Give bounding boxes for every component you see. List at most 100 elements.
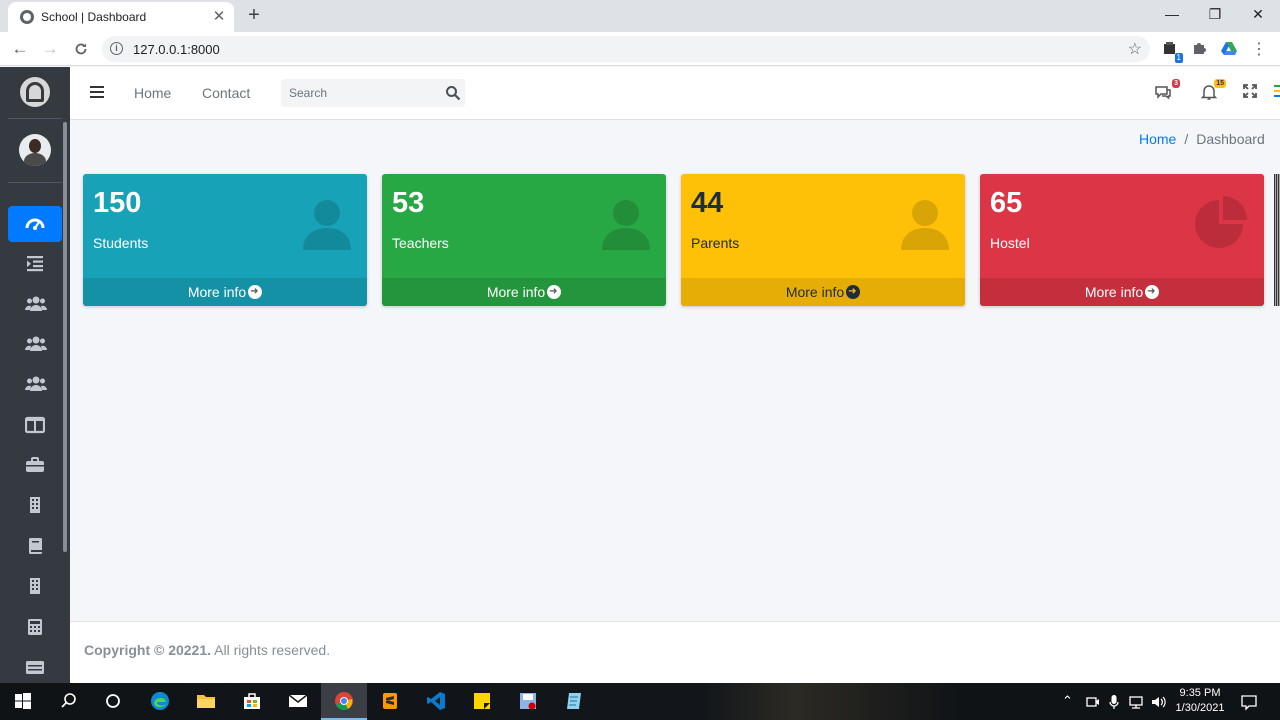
sidebar-item-classes[interactable] — [8, 408, 62, 444]
sublime-icon — [383, 693, 397, 709]
clock-date: 1/30/2021 — [1175, 702, 1225, 714]
sidebar-item-hostel[interactable] — [8, 569, 62, 605]
start-button[interactable] — [0, 683, 46, 720]
sidebar-item-parents[interactable] — [8, 367, 62, 403]
sidebar-item-students[interactable] — [8, 287, 62, 323]
back-button[interactable]: ← — [9, 38, 31, 60]
reload-button[interactable] — [70, 38, 92, 60]
avatar[interactable] — [19, 134, 51, 166]
sidebar-item-building[interactable] — [8, 488, 62, 524]
info-icon[interactable]: i — [110, 42, 123, 55]
teachers-more-info-link[interactable]: More info — [382, 278, 666, 306]
building-icon — [30, 578, 40, 594]
meet-now-icon[interactable] — [1086, 695, 1100, 709]
parents-more-info-link[interactable]: More info — [681, 278, 965, 306]
columns-icon — [25, 416, 45, 434]
windows-icon — [15, 693, 31, 709]
calculator-icon — [28, 619, 42, 635]
tab-close-button[interactable]: ✕ — [210, 8, 228, 26]
sidebar-item-accounts[interactable] — [8, 610, 62, 646]
menu-toggle-icon[interactable] — [90, 86, 104, 98]
breadcrumb-home[interactable]: Home — [1139, 131, 1176, 147]
sidebar-divider — [8, 118, 62, 119]
copyright-strong: Copyright © 20221. — [84, 642, 212, 658]
th-large-icon — [1274, 85, 1280, 97]
minimize-button[interactable]: — — [1160, 4, 1184, 24]
taskbar-sticky-notes[interactable] — [459, 683, 505, 720]
sidebar-item-reports[interactable] — [8, 650, 62, 686]
sidebar-item-teachers[interactable] — [8, 327, 62, 363]
browser-toolbar: ← → i 127.0.0.1:8000 ☆ 1 ⋮ — [0, 32, 1280, 66]
teachers-count: 53 — [392, 187, 425, 219]
taskbar-clock[interactable]: 9:35 PM 1/30/2021 — [1170, 686, 1230, 716]
notifications-badge: 15 — [1214, 79, 1226, 88]
hostel-more-info-link[interactable]: More info — [980, 278, 1264, 306]
users-icon — [25, 376, 47, 391]
control-sidebar-button[interactable] — [1273, 83, 1280, 103]
search-icon[interactable] — [445, 85, 461, 101]
breadcrumb-current: Dashboard — [1196, 131, 1265, 147]
avatar-head — [29, 139, 41, 153]
network-icon[interactable] — [1128, 695, 1146, 709]
os-taskbar: ⌃ 9:35 PM 1/30/2021 — [0, 683, 1280, 720]
nav-link-home[interactable]: Home — [134, 85, 171, 101]
fullscreen-button[interactable] — [1242, 83, 1262, 103]
arrow-circle-right-icon — [846, 278, 861, 306]
teachers-card: 53 Teachers More info — [382, 174, 666, 306]
expand-icon — [1243, 84, 1257, 98]
taskbar-chrome[interactable] — [321, 683, 367, 720]
messages-button[interactable]: 3 — [1154, 79, 1180, 103]
taskbar-vscode[interactable] — [413, 683, 459, 720]
taskbar-sublime[interactable] — [367, 683, 413, 720]
top-navbar: Home Contact 3 15 — [70, 67, 1280, 120]
chrome-icon — [335, 692, 353, 710]
taskbar-search-button[interactable] — [46, 683, 92, 720]
taskbar-edge[interactable] — [137, 683, 183, 720]
arrow-circle-right-icon — [1145, 278, 1160, 306]
sidebar-item-dashboard[interactable] — [8, 206, 62, 242]
search-input[interactable] — [281, 79, 441, 107]
taskbar-file-explorer[interactable] — [183, 683, 229, 720]
users-icon — [25, 296, 47, 311]
task-view-button[interactable] — [90, 683, 136, 720]
window-close-button[interactable]: ✕ — [1246, 4, 1270, 24]
taskbar-store[interactable] — [229, 683, 275, 720]
clock-time: 9:35 PM — [1179, 687, 1221, 699]
new-tab-button[interactable]: + — [244, 5, 264, 25]
nav-link-contact[interactable]: Contact — [202, 85, 250, 101]
extension-icon[interactable]: 1 — [1161, 41, 1183, 63]
bookmark-star-icon[interactable]: ☆ — [1128, 39, 1142, 59]
taskbar-app[interactable] — [505, 683, 551, 720]
browser-tab[interactable]: School | Dashboard ✕ — [8, 2, 234, 32]
forward-button[interactable]: → — [39, 38, 61, 60]
reload-icon — [75, 43, 87, 55]
taskbar-app-2[interactable] — [551, 683, 597, 720]
notifications-button[interactable]: 15 — [1200, 79, 1226, 103]
sidebar-scrollbar[interactable] — [63, 122, 67, 552]
sidebar-item-list[interactable] — [8, 246, 62, 282]
arrow-circle-right-icon — [248, 278, 263, 306]
microphone-icon[interactable] — [1108, 694, 1120, 710]
url-text[interactable]: 127.0.0.1:8000 — [133, 42, 220, 57]
dashboard-icon — [25, 218, 45, 230]
globe-icon — [20, 10, 34, 24]
sidebar-item-library[interactable] — [8, 529, 62, 565]
hostel-count: 65 — [990, 187, 1023, 219]
volume-icon[interactable] — [1151, 695, 1167, 709]
drive-icon[interactable] — [1220, 41, 1238, 59]
puzzle-icon[interactable] — [1190, 41, 1208, 59]
tray-overflow-icon[interactable]: ⌃ — [1062, 693, 1073, 709]
more-info-text: More info — [785, 284, 845, 300]
students-more-info-link[interactable]: More info — [83, 278, 367, 306]
pie-chart-icon — [1195, 196, 1247, 248]
sidebar-item-jobs[interactable] — [8, 448, 62, 484]
maximize-button[interactable]: ❐ — [1203, 4, 1227, 24]
brand-logo[interactable] — [20, 77, 50, 107]
action-center-icon[interactable] — [1240, 693, 1258, 711]
address-bar[interactable]: i 127.0.0.1:8000 ☆ — [102, 36, 1150, 62]
taskbar-mail[interactable] — [275, 683, 321, 720]
browser-menu-button[interactable]: ⋮ — [1250, 41, 1268, 59]
more-info-text: More info — [1084, 284, 1144, 300]
browser-tab-strip: School | Dashboard ✕ + — ❐ ✕ — [0, 0, 1280, 32]
breadcrumb-separator: / — [1184, 131, 1189, 147]
